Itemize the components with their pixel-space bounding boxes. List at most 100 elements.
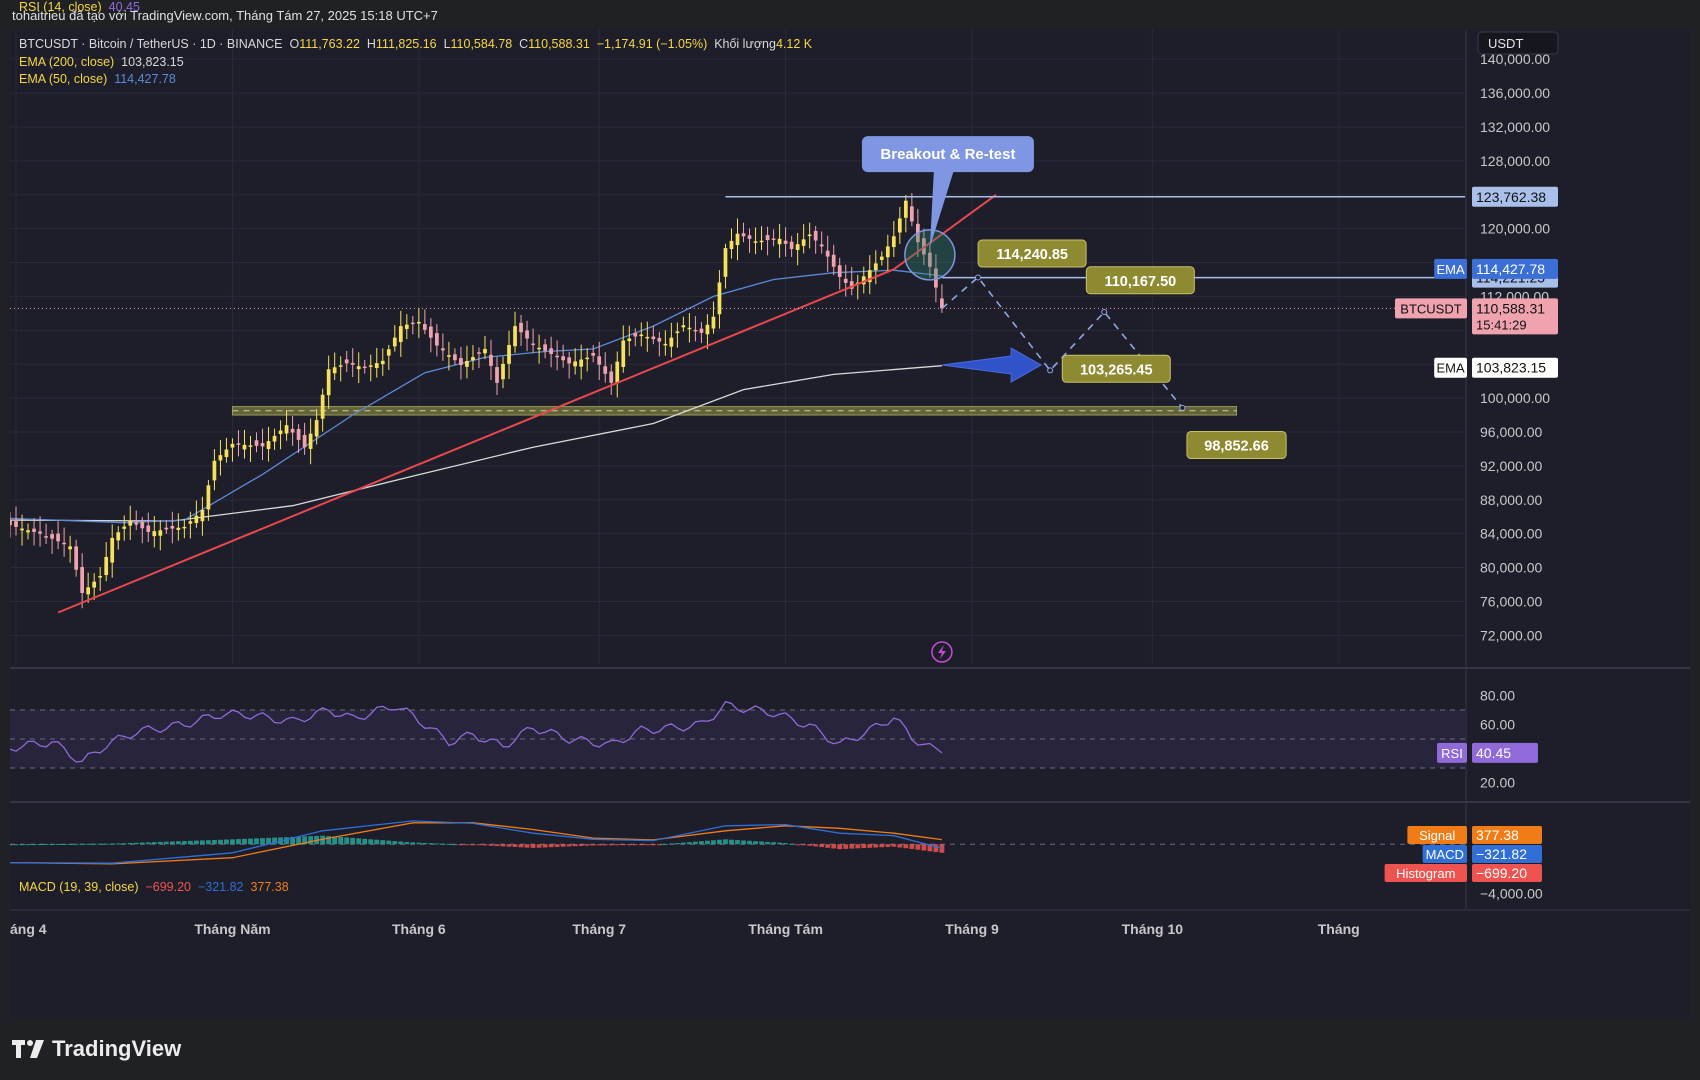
macd-hist-bar (85, 843, 91, 845)
macd-hist-bar (91, 843, 97, 845)
macd-hist-bar (909, 844, 915, 849)
tradingview-logo[interactable]: TradingView (12, 1036, 181, 1062)
macd-hist-bar (181, 841, 187, 845)
candle-body (422, 324, 427, 330)
macd-hist-bar (103, 843, 109, 845)
macd-hist-bar (801, 844, 807, 846)
candle-body (885, 246, 890, 258)
price-tick-label: 84,000.00 (1480, 526, 1542, 542)
candle-body (537, 347, 541, 350)
macd-hist-bar (741, 840, 746, 845)
macd-hist-bar (939, 844, 945, 853)
macd-hist-bar (97, 843, 103, 845)
candle-body (416, 321, 421, 324)
tradingview-logo-icon (12, 1040, 44, 1058)
candle-body (735, 233, 740, 246)
candle-body (308, 433, 313, 449)
rsi-tick-label: 60.00 (1480, 716, 1515, 732)
candle-body (441, 348, 445, 351)
candle-body (453, 354, 457, 361)
candle-body (398, 326, 403, 342)
ema200-legend[interactable]: EMA (200, close) 103,823.15 (19, 55, 184, 69)
macd-hist-bar (656, 844, 662, 846)
candle-body (609, 371, 614, 383)
macd-hist-bar (632, 844, 638, 846)
macd-hist-bar (193, 840, 199, 845)
top-bar: tohaitrieu đã tạo với TradingView.com, T… (0, 0, 1700, 30)
candle-body (206, 485, 211, 510)
macd-main-line (10, 820, 943, 864)
macd-hist-bar (398, 841, 404, 845)
macd-hist-bar (512, 844, 518, 847)
price-tick-label: 72,000.00 (1480, 627, 1542, 643)
macd-hist-bar (218, 839, 223, 845)
macd-hist-bar (452, 844, 458, 846)
macd-hist-bar (356, 838, 362, 845)
ema50-legend[interactable]: EMA (50, close) 114,427.78 (19, 72, 176, 86)
volume-label: Khối lượng (714, 37, 776, 51)
candle-body (555, 355, 559, 358)
candle-body (392, 337, 397, 347)
macd-hist-bar (212, 839, 217, 845)
macd-hist-bar (73, 843, 79, 845)
macd-hist-bar (861, 844, 867, 849)
candle-body (236, 443, 241, 445)
projection-node (1047, 367, 1054, 374)
macd-hist-bar (49, 843, 55, 845)
macd-hist-bar (903, 844, 909, 849)
candle-body (693, 329, 698, 332)
macd-hist-bar (789, 843, 795, 845)
macd-hist-bar (705, 840, 710, 845)
macd-hist-bar (338, 837, 344, 845)
macd-tag-value: −699.20 (1476, 865, 1527, 881)
candle-body (152, 531, 157, 537)
macd-hist-bar (831, 844, 837, 849)
candle-body (615, 361, 620, 384)
candle-body (681, 325, 686, 328)
macd-hist-bar (506, 844, 512, 847)
price-tick-label: 76,000.00 (1480, 593, 1542, 609)
candle-body (374, 363, 379, 368)
candle-body (447, 355, 451, 357)
macd-hist-bar (813, 844, 819, 847)
candle-body (218, 455, 223, 461)
candle-body (338, 365, 343, 367)
ema200-line (10, 365, 942, 522)
macd-hist-bar (133, 842, 139, 845)
projection-path (941, 276, 1184, 409)
candle-body (332, 367, 337, 374)
target-label-text: 114,240.85 (996, 247, 1068, 263)
candle-body (20, 528, 24, 531)
candles (10, 193, 944, 609)
macd-hist-bar (542, 844, 548, 848)
candle-body (585, 357, 590, 360)
candle-body (290, 428, 295, 433)
last-price-countdown: 15:41:29 (1476, 317, 1527, 332)
price-chart-svg[interactable]: 140,000.00136,000.00132,000.00128,000.00… (10, 30, 1690, 1018)
macd-hist-bar (224, 839, 229, 845)
macd-hist-bar (169, 841, 175, 845)
macd-hist-bar (260, 838, 265, 845)
candle-body (897, 218, 902, 233)
candle-body (386, 349, 391, 356)
callout-text: Breakout & Re-test (880, 146, 1015, 163)
time-axis-label: Tháng Năm (194, 921, 270, 937)
macd-hist-bar (837, 844, 843, 850)
macd-hist-bar (825, 844, 831, 848)
macd-hist-bar (855, 844, 861, 849)
candle-body (651, 336, 656, 340)
candle-body (711, 316, 716, 329)
candle-body (741, 233, 746, 237)
candle-body (14, 521, 18, 527)
candle-body (248, 445, 253, 447)
macd-hist-bar (572, 844, 578, 847)
rsi-legend[interactable]: RSI (14, close) 40.45 (19, 0, 140, 14)
time-axis-label: Tháng 9 (945, 921, 999, 937)
macd-hist-bar (819, 844, 825, 848)
candle-body (747, 235, 752, 239)
retest-circle (904, 229, 956, 281)
macd-legend[interactable]: MACD (19, 39, close) −699.20 −321.82 377… (19, 880, 289, 894)
price-tick-label: 92,000.00 (1480, 458, 1542, 474)
price-grid: 140,000.00136,000.00132,000.00128,000.00… (10, 30, 1550, 665)
macd-hist-bar (777, 842, 782, 845)
